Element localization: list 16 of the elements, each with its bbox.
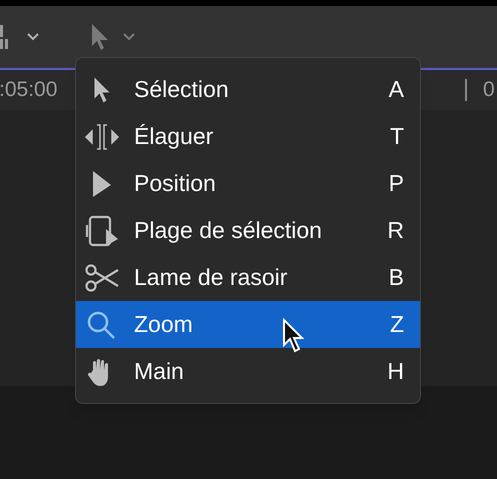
timecode: 0	[483, 77, 496, 104]
menu-item[interactable]: Main H	[76, 348, 420, 395]
menu-item[interactable]: Plage de sélection R	[76, 207, 420, 254]
timecode: :05:00	[0, 77, 58, 104]
chevron-icon	[122, 32, 136, 42]
menu-item[interactable]: Élaguer T	[76, 113, 420, 160]
menu-item[interactable]: Position P	[76, 160, 420, 207]
menu-item[interactable]: Sélection A	[76, 66, 420, 113]
chevron-icon[interactable]	[26, 32, 40, 42]
tools-button[interactable]	[90, 22, 136, 52]
position-icon	[93, 170, 111, 196]
range-selection-icon	[84, 214, 120, 246]
scissors-icon	[84, 262, 120, 294]
menu-item[interactable]: Zoom Z	[76, 301, 420, 348]
menu-item[interactable]: Lame de rasoir B	[76, 254, 420, 301]
arrow-icon	[94, 76, 110, 102]
